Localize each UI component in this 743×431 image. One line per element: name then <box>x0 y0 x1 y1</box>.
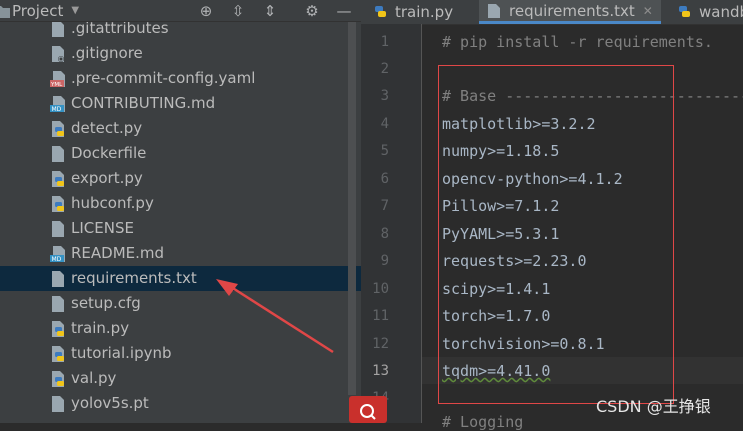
search-icon <box>360 404 376 420</box>
annotation-arrow <box>216 279 334 354</box>
watermark: CSDN @王挣银 <box>596 397 711 416</box>
search-fab[interactable] <box>349 396 387 423</box>
